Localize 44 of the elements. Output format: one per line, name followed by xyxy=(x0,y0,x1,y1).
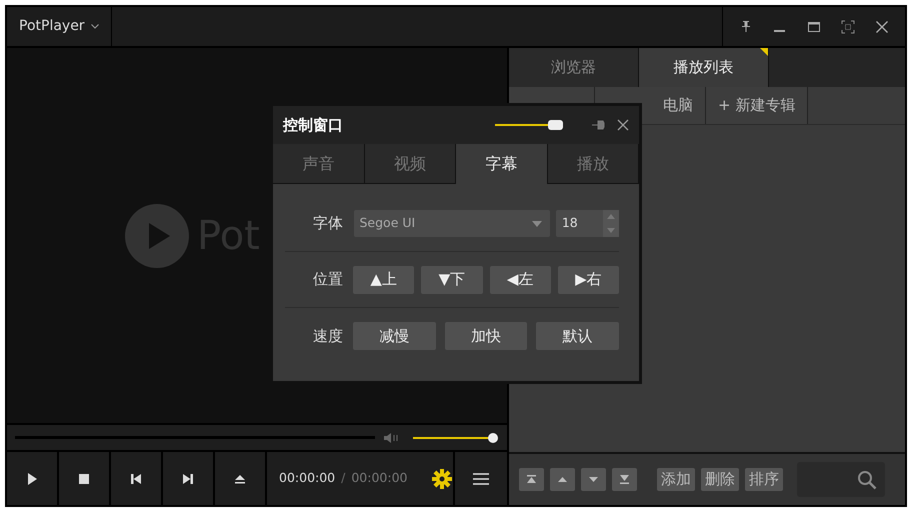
dialog-button[interactable]: 加快 xyxy=(444,322,528,350)
panel-tab[interactable]: 播放列表 xyxy=(639,48,769,87)
row-label: 字体 xyxy=(313,213,344,234)
dialog-tab[interactable]: 字幕 xyxy=(456,144,548,184)
stop-icon[interactable] xyxy=(77,472,91,486)
app-menu-button[interactable]: PotPlayer xyxy=(7,7,112,46)
panel-tab[interactable]: 浏览器 xyxy=(509,48,639,87)
move-top-icon[interactable] xyxy=(526,474,537,485)
dialog-button[interactable]: 默认 xyxy=(536,322,619,350)
fullscreen-icon[interactable] xyxy=(841,20,855,34)
pin-icon[interactable] xyxy=(739,20,753,34)
dialog-button[interactable]: ▶右 xyxy=(558,266,620,294)
dialog-button[interactable]: ◀左 xyxy=(490,266,551,294)
opacity-thumb[interactable] xyxy=(548,120,563,130)
dialog-button[interactable]: 减慢 xyxy=(353,322,436,350)
search-icon xyxy=(857,470,877,490)
opacity-slider[interactable] xyxy=(495,119,563,131)
row-label: 速度 xyxy=(313,326,344,347)
dialog-title: 控制窗口 xyxy=(283,114,343,136)
caret-icon xyxy=(90,24,99,29)
pin-icon[interactable] xyxy=(591,118,607,132)
playlist-button[interactable]: 添加 xyxy=(657,468,695,491)
playlist-button[interactable]: 排序 xyxy=(745,468,783,491)
menu-icon[interactable] xyxy=(472,472,490,486)
move-bottom-icon[interactable] xyxy=(619,474,630,485)
dialog-button[interactable]: ▲上 xyxy=(353,266,414,294)
total-time: 00:00:00 xyxy=(351,469,408,488)
speaker-icon[interactable] xyxy=(383,432,399,444)
row-label: 位置 xyxy=(313,269,344,290)
play-logo-icon xyxy=(125,204,189,268)
caret-icon xyxy=(532,220,542,226)
current-time: 00:00:00 xyxy=(279,469,336,488)
play-icon[interactable] xyxy=(25,472,39,486)
font-dropdown[interactable]: Segoe UI xyxy=(354,210,550,237)
previous-icon[interactable] xyxy=(129,472,143,486)
settings-icon[interactable] xyxy=(432,468,452,488)
playlist-button[interactable]: 删除 xyxy=(701,468,739,491)
next-icon[interactable] xyxy=(181,472,195,486)
dialog-button[interactable]: ▼下 xyxy=(421,266,483,294)
close-icon[interactable] xyxy=(617,119,629,131)
time-separator: / xyxy=(341,469,346,488)
search-field[interactable] xyxy=(797,462,885,497)
close-icon[interactable] xyxy=(875,20,889,34)
volume-thumb[interactable] xyxy=(488,432,498,442)
